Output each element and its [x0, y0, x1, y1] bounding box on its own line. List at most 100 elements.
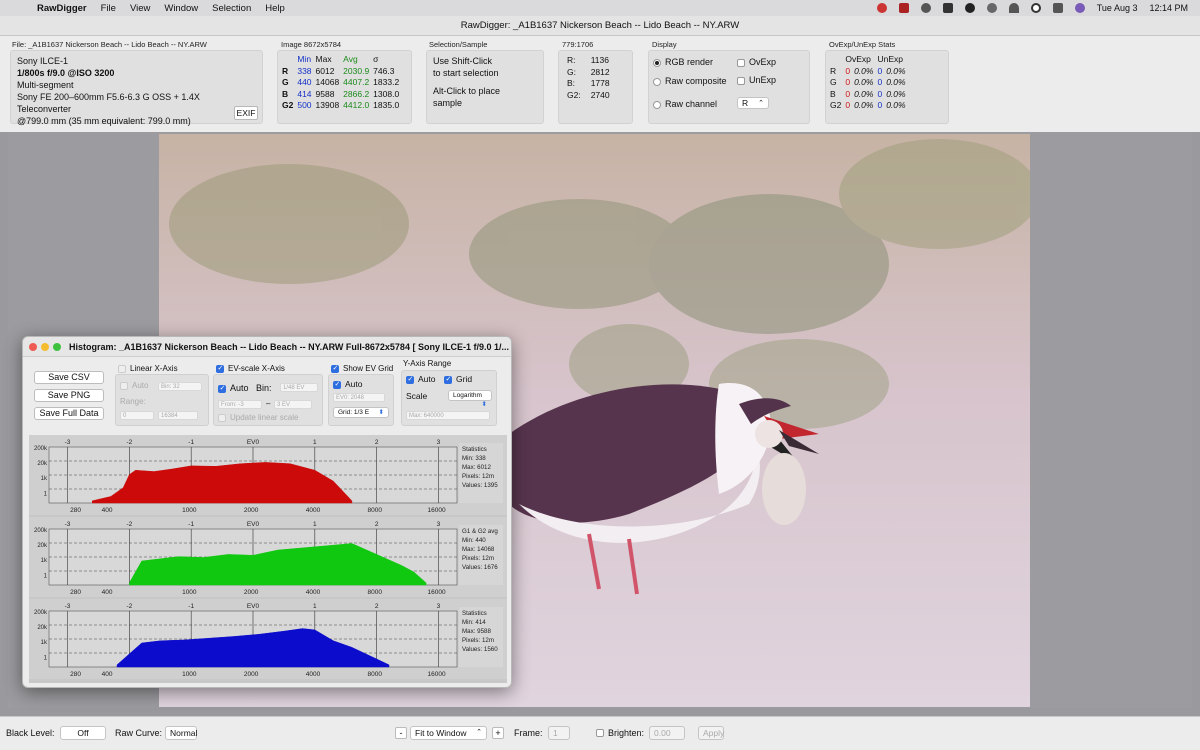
raw-composite-radio[interactable]	[653, 77, 661, 86]
apply-button[interactable]: Apply	[698, 726, 724, 740]
sample-channel: R:	[567, 55, 576, 65]
save-png-button[interactable]: Save PNG	[34, 389, 104, 402]
menu-app-name[interactable]: RawDigger	[37, 3, 87, 14]
search-icon[interactable]	[1030, 3, 1041, 13]
chevron-updown-icon: ⌃	[476, 729, 482, 736]
histogram-bottom-tick-label: 400	[102, 671, 113, 678]
histogram-ev-tick-label: -2	[126, 603, 132, 610]
menu-file[interactable]: File	[101, 3, 116, 14]
y-grid-checkbox[interactable]	[444, 375, 452, 384]
histogram-svg: -3 -2 -1 EV0 1 2 3 280 400 1000 2000 4000 8000 16000 2…	[29, 435, 507, 679]
update-linear-checkbox[interactable]	[218, 413, 226, 422]
image-stats-row: R 338 6012 2030.9 746.3	[280, 66, 401, 78]
ovexp-percent: 0.0%	[854, 77, 874, 87]
raw-composite-option[interactable]: Raw composite	[653, 76, 727, 86]
ev0-field[interactable]: EV0: 2048	[333, 393, 385, 402]
save-csv-button[interactable]: Save CSV	[34, 371, 104, 384]
zoom-icon[interactable]	[53, 343, 61, 351]
ev-auto-toggle[interactable]: Auto	[218, 383, 249, 393]
wifi-icon[interactable]	[1008, 3, 1019, 13]
ev-auto-checkbox[interactable]	[218, 384, 226, 393]
ovexp-header-un: UnExp	[877, 54, 903, 64]
linear-bin-field[interactable]: Bin: 32	[158, 382, 202, 391]
update-linear-label: Update linear scale	[230, 413, 299, 422]
menu-help[interactable]: Help	[265, 3, 285, 14]
black-level-select[interactable]: Off	[60, 726, 106, 740]
y-scale-select[interactable]: Logarithm ⬍	[448, 390, 492, 408]
histogram-bottom-tick-label: 8000	[368, 671, 383, 678]
histogram-y-tick-label: 200k	[34, 610, 48, 616]
zoom-in-button[interactable]: +	[492, 727, 504, 739]
image-stats-table: Min Max Avg σ R 338 6012 2030.9 746.3 G …	[280, 54, 401, 112]
histogram-stats-title: Statistics	[462, 446, 487, 453]
histogram-titlebar[interactable]: Histogram: _A1B1637 Nickerson Beach -- L…	[23, 337, 511, 357]
minimize-icon[interactable]	[41, 343, 49, 351]
raw-channel-radio[interactable]	[653, 100, 661, 109]
close-icon[interactable]	[29, 343, 37, 351]
update-linear-toggle[interactable]: Update linear scale	[218, 413, 298, 422]
status-app-icon[interactable]	[876, 3, 887, 13]
linear-auto-toggle[interactable]: Auto	[120, 381, 148, 390]
ev-axis-toggle[interactable]: EV-scale X-Axis	[216, 364, 285, 373]
menu-window[interactable]: Window	[164, 3, 198, 14]
show-ev-grid-checkbox[interactable]	[331, 364, 339, 373]
unexp-toggle[interactable]: UnExp	[737, 75, 776, 85]
unexp-checkbox[interactable]	[737, 76, 745, 85]
linear-axis-toggle[interactable]: Linear X-Axis	[118, 364, 178, 373]
ovexp-toggle[interactable]: OvExp	[737, 57, 776, 67]
row-avg: 2030.9	[343, 65, 370, 76]
ev-bin-field[interactable]: 1/48 EV	[280, 383, 318, 392]
status-flag-icon[interactable]	[898, 3, 909, 13]
raw-curve-select[interactable]: Normal	[165, 726, 197, 740]
raw-channel-option[interactable]: Raw channel	[653, 99, 717, 109]
histogram-y-tick-label: 200k	[34, 528, 48, 534]
zoom-out-button[interactable]: -	[395, 727, 407, 739]
histogram-stat-line: Values: 1395	[462, 482, 498, 489]
histogram-charts: -3 -2 -1 EV0 1 2 3 280 400 1000 2000 4000 8000 16000 2…	[29, 435, 507, 683]
histogram-y-tick-label: 1k	[41, 640, 48, 646]
channel-select[interactable]: R ⌃	[737, 97, 769, 109]
status-tool-icon[interactable]	[942, 3, 953, 13]
sample-channel: G:	[567, 66, 576, 77]
ev-to-field[interactable]: 3 EV	[274, 400, 312, 409]
brighten-checkbox[interactable]	[596, 729, 604, 737]
histogram-window[interactable]: Histogram: _A1B1637 Nickerson Beach -- L…	[22, 336, 512, 688]
grid-auto-checkbox[interactable]	[333, 380, 341, 389]
ovexp-checkbox[interactable]	[737, 58, 745, 67]
ev-axis-checkbox[interactable]	[216, 364, 224, 373]
menu-selection[interactable]: Selection	[212, 3, 251, 14]
menu-time[interactable]: 12:14 PM	[1149, 3, 1188, 13]
rgb-render-option[interactable]: RGB render	[653, 57, 713, 67]
zoom-select[interactable]: Fit to Window ⌃	[410, 726, 487, 740]
y-auto-checkbox[interactable]	[406, 375, 414, 384]
y-auto-toggle[interactable]: Auto	[406, 374, 436, 384]
linear-from-field[interactable]: 0	[120, 411, 154, 420]
linear-auto-checkbox[interactable]	[120, 381, 128, 390]
save-full-data-button[interactable]: Save Full Data	[34, 407, 104, 420]
status-m-icon[interactable]	[964, 3, 975, 13]
exposure-info: 1/800s f/9.0 @ISO 3200	[17, 68, 115, 78]
brighten-input[interactable]: 0.00	[649, 726, 685, 740]
ovexp-count: 0	[845, 65, 851, 76]
bluetooth-icon[interactable]	[986, 3, 997, 13]
y-max-field[interactable]: Max: 640000	[406, 411, 490, 420]
status-sync-icon[interactable]	[920, 3, 931, 13]
exif-button[interactable]: EXIF	[234, 106, 258, 120]
header-avg: Avg	[343, 54, 358, 64]
grid-step-select[interactable]: Grid: 1/3 E ⬍	[333, 407, 389, 418]
histogram-bottom-tick-label: 2000	[244, 589, 259, 596]
siri-icon[interactable]	[1074, 3, 1085, 13]
grid-auto-toggle[interactable]: Auto	[333, 379, 363, 389]
menu-date[interactable]: Tue Aug 3	[1097, 3, 1138, 13]
rgb-render-radio[interactable]	[653, 58, 661, 67]
y-grid-toggle[interactable]: Grid	[444, 374, 472, 384]
sample-table: R: 1136 G: 2812 B: 1778 G2: 2740	[565, 55, 612, 101]
show-ev-grid-toggle[interactable]: Show EV Grid	[331, 364, 393, 373]
menu-view[interactable]: View	[130, 3, 150, 14]
control-center-icon[interactable]	[1052, 3, 1063, 13]
frame-select[interactable]: 1	[548, 726, 570, 740]
linear-to-field[interactable]: 16384	[158, 411, 198, 420]
ev-from-field[interactable]: From: -3	[218, 400, 262, 409]
frame-label: Frame:	[514, 728, 543, 738]
linear-axis-checkbox[interactable]	[118, 364, 126, 373]
